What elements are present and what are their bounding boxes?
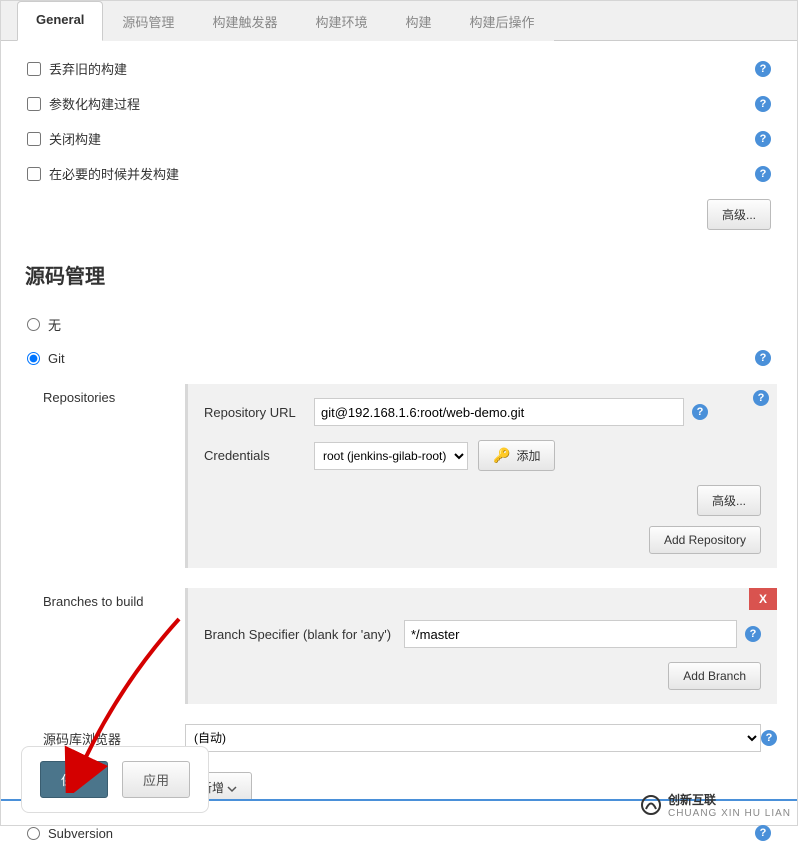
- scm-none-radio[interactable]: [27, 318, 40, 331]
- tab-triggers[interactable]: 构建触发器: [193, 1, 296, 41]
- scm-git-text: Git: [48, 351, 65, 366]
- add-credentials-button[interactable]: 🔑 添加: [478, 440, 555, 471]
- help-icon[interactable]: ?: [692, 404, 708, 420]
- branch-spec-row: Branch Specifier (blank for 'any') ?: [204, 620, 761, 648]
- help-icon[interactable]: ?: [755, 61, 771, 77]
- help-icon[interactable]: ?: [753, 390, 769, 406]
- repo-url-label: Repository URL: [204, 405, 314, 420]
- apply-button[interactable]: 应用: [122, 761, 190, 798]
- param-text: 参数化构建过程: [49, 94, 140, 113]
- scm-svn-label[interactable]: Subversion: [27, 826, 113, 841]
- param-label[interactable]: 参数化构建过程: [27, 94, 140, 113]
- branch-spec-label: Branch Specifier (blank for 'any'): [204, 627, 404, 642]
- help-icon[interactable]: ?: [755, 96, 771, 112]
- repo-browser-select[interactable]: (自动): [185, 724, 761, 752]
- repo-advanced-button[interactable]: 高级...: [697, 485, 761, 516]
- scm-none-label[interactable]: 无: [27, 315, 61, 334]
- branches-panel: X Branch Specifier (blank for 'any') ? A…: [185, 588, 777, 704]
- action-buttons-box: 保存 应用: [21, 746, 209, 813]
- tab-env[interactable]: 构建环境: [296, 1, 386, 41]
- help-icon[interactable]: ?: [755, 131, 771, 147]
- help-icon[interactable]: ?: [755, 350, 771, 366]
- repositories-row: Repositories ? Repository URL ? Credenti…: [43, 374, 777, 578]
- tab-post[interactable]: 构建后操作: [450, 1, 553, 41]
- add-cred-text: 添加: [516, 447, 540, 464]
- help-icon[interactable]: ?: [755, 825, 771, 841]
- tab-scm[interactable]: 源码管理: [103, 1, 193, 41]
- discard-old-text: 丢弃旧的构建: [49, 59, 127, 78]
- scm-none-text: 无: [48, 315, 61, 334]
- credentials-select[interactable]: root (jenkins-gilab-root): [314, 442, 468, 470]
- disable-label[interactable]: 关闭构建: [27, 129, 101, 148]
- scm-section-title: 源码管理: [25, 260, 777, 289]
- repo-url-input[interactable]: [314, 398, 684, 426]
- branches-label: Branches to build: [43, 588, 185, 609]
- brand-name: 创新互联: [668, 791, 791, 808]
- scm-git-radio[interactable]: [27, 352, 40, 365]
- scm-none-row: 无: [21, 307, 777, 342]
- help-icon[interactable]: ?: [755, 166, 771, 182]
- general-advanced-row: 高级...: [21, 191, 777, 234]
- tab-build[interactable]: 构建: [386, 1, 450, 41]
- repo-panel-actions-2: Add Repository: [204, 526, 761, 554]
- repo-url-row: Repository URL ?: [204, 398, 761, 426]
- brand-subtitle: CHUANG XIN HU LIAN: [668, 808, 791, 819]
- config-tabs: General 源码管理 构建触发器 构建环境 构建 构建后操作: [1, 1, 797, 41]
- delete-branch-button[interactable]: X: [749, 588, 777, 610]
- scm-git-row: Git ?: [21, 342, 777, 374]
- row-parameterized: 参数化构建过程 ?: [21, 86, 777, 121]
- brand-icon: [640, 794, 662, 816]
- row-discard-old: 丢弃旧的构建 ?: [21, 51, 777, 86]
- discard-old-label[interactable]: 丢弃旧的构建: [27, 59, 127, 78]
- repositories-label: Repositories: [43, 384, 185, 405]
- help-icon[interactable]: ?: [745, 626, 761, 642]
- branches-row: Branches to build X Branch Specifier (bl…: [43, 578, 777, 714]
- brand-text-wrap: 创新互联 CHUANG XIN HU LIAN: [668, 791, 791, 819]
- add-repository-button[interactable]: Add Repository: [649, 526, 761, 554]
- key-icon: 🔑: [493, 447, 510, 464]
- repositories-panel: ? Repository URL ? Credentials root (jen…: [185, 384, 777, 568]
- scm-svn-text: Subversion: [48, 826, 113, 841]
- tab-general[interactable]: General: [17, 1, 103, 41]
- browser-label: 源码库浏览器: [43, 729, 185, 748]
- branch-panel-actions: Add Branch: [204, 662, 761, 690]
- repo-panel-actions: 高级...: [204, 485, 761, 516]
- concurrent-checkbox[interactable]: [27, 167, 41, 181]
- scm-svn-radio[interactable]: [27, 827, 40, 840]
- disable-checkbox[interactable]: [27, 132, 41, 146]
- discard-old-checkbox[interactable]: [27, 62, 41, 76]
- disable-text: 关闭构建: [49, 129, 101, 148]
- advanced-button[interactable]: 高级...: [707, 199, 771, 230]
- param-checkbox[interactable]: [27, 97, 41, 111]
- save-button[interactable]: 保存: [40, 761, 108, 798]
- branch-spec-input[interactable]: [404, 620, 737, 648]
- credentials-row: Credentials root (jenkins-gilab-root) 🔑 …: [204, 440, 761, 471]
- credentials-label: Credentials: [204, 448, 314, 463]
- concurrent-text: 在必要的时候并发构建: [49, 164, 179, 183]
- add-branch-button[interactable]: Add Branch: [668, 662, 761, 690]
- row-concurrent: 在必要的时候并发构建 ?: [21, 156, 777, 191]
- footer-logo: 创新互联 CHUANG XIN HU LIAN: [640, 791, 791, 819]
- scm-git-label[interactable]: Git: [27, 351, 65, 366]
- main-content: 丢弃旧的构建 ? 参数化构建过程 ? 关闭构建 ? 在必要的时候并发构建 ? 高…: [1, 41, 797, 859]
- row-disable-build: 关闭构建 ?: [21, 121, 777, 156]
- concurrent-label[interactable]: 在必要的时候并发构建: [27, 164, 179, 183]
- help-icon[interactable]: ?: [761, 730, 777, 746]
- chevron-down-icon: [227, 784, 237, 794]
